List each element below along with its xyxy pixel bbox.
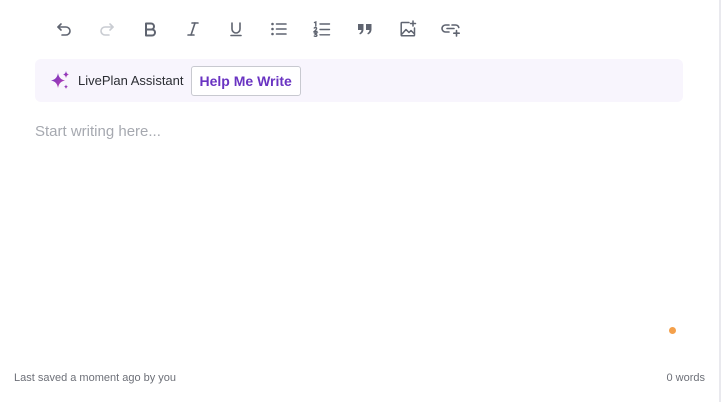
bold-icon	[145, 22, 156, 37]
insert-link-button[interactable]	[433, 14, 469, 44]
bullet-list-button[interactable]	[261, 14, 297, 44]
help-me-write-button[interactable]: Help Me Write	[190, 65, 301, 96]
redo-icon	[100, 23, 114, 36]
rich-text-editor: LivePlan Assistant Help Me Write Start w…	[0, 0, 721, 402]
undo-button[interactable]	[46, 14, 82, 44]
sparkle-icon	[48, 69, 72, 93]
numbered-list-button[interactable]	[304, 14, 340, 44]
underline-button[interactable]	[218, 14, 254, 44]
insert-image-button[interactable]	[390, 14, 426, 44]
last-saved-status: Last saved a moment ago by you	[14, 372, 177, 384]
numbered-list-icon	[313, 21, 331, 37]
assistant-label: LivePlan Assistant	[78, 73, 184, 88]
bold-button[interactable]	[132, 14, 168, 44]
word-count: 0 words	[666, 372, 705, 384]
formatting-toolbar	[46, 14, 476, 44]
underline-icon	[230, 22, 242, 37]
bullet-list-icon	[271, 22, 287, 36]
editor-placeholder[interactable]: Start writing here...	[35, 123, 161, 140]
undo-icon	[57, 23, 71, 36]
liveplan-assistant-bar: LivePlan Assistant Help Me Write	[35, 59, 683, 102]
italic-button[interactable]	[175, 14, 211, 44]
quote-icon	[358, 24, 372, 35]
image-add-icon	[400, 20, 417, 37]
link-add-icon	[441, 24, 460, 37]
status-dot	[669, 327, 676, 334]
redo-button[interactable]	[89, 14, 125, 44]
italic-icon	[187, 22, 199, 36]
quote-button[interactable]	[347, 14, 383, 44]
